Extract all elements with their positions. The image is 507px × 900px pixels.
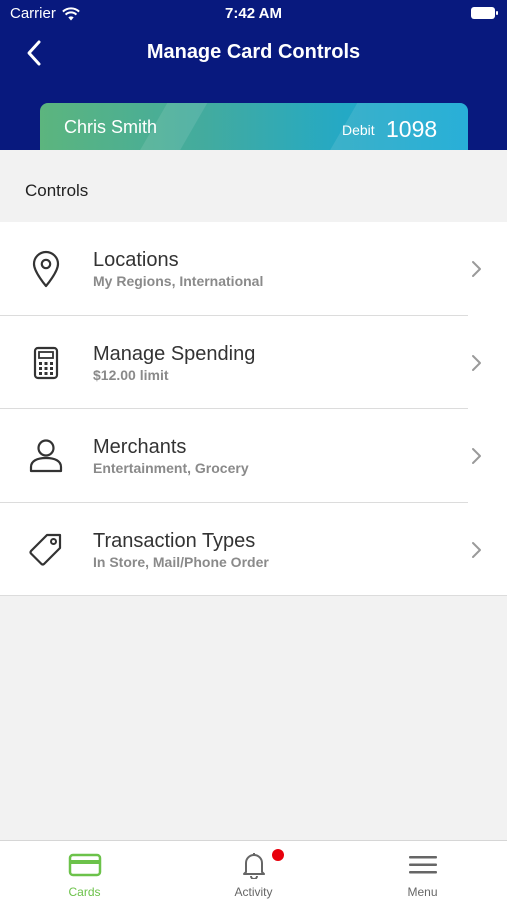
tab-label: Menu bbox=[407, 885, 438, 899]
chevron-right-icon bbox=[471, 540, 483, 560]
tab-menu[interactable]: Menu bbox=[338, 841, 507, 900]
section-title: Controls bbox=[25, 181, 89, 200]
tab-label: Activity bbox=[234, 885, 273, 899]
controls-list: Locations My Regions, International Mana… bbox=[0, 222, 507, 596]
person-icon bbox=[25, 435, 67, 477]
list-item-transaction-types[interactable]: Transaction Types In Store, Mail/Phone O… bbox=[0, 502, 507, 596]
hamburger-icon bbox=[406, 851, 440, 879]
calculator-icon bbox=[25, 342, 67, 384]
battery-icon bbox=[471, 7, 498, 19]
item-title: Transaction Types bbox=[93, 529, 256, 552]
chevron-right-icon bbox=[471, 446, 483, 466]
item-subtitle: In Store, Mail/Phone Order bbox=[93, 553, 269, 570]
item-subtitle: Entertainment, Grocery bbox=[93, 460, 249, 476]
status-bar: Carrier 7:42 AM bbox=[0, 0, 507, 28]
tag-icon bbox=[25, 529, 67, 571]
chevron-right-icon bbox=[471, 259, 483, 279]
item-subtitle: My Regions, International bbox=[93, 273, 264, 289]
tab-label: Cards bbox=[68, 885, 101, 899]
page-title: Manage Card Controls bbox=[146, 41, 361, 63]
header: Carrier 7:42 AM Manage Card Controls Chr… bbox=[0, 0, 507, 150]
card-icon bbox=[68, 851, 102, 879]
list-item-manage-spending[interactable]: Manage Spending $12.00 limit bbox=[0, 315, 507, 409]
list-item-merchants[interactable]: Merchants Entertainment, Grocery bbox=[0, 409, 507, 503]
item-title: Locations bbox=[93, 249, 179, 271]
divider bbox=[0, 595, 507, 596]
item-title: Merchants bbox=[93, 436, 187, 458]
tab-bar: Cards Activity Menu bbox=[0, 840, 507, 900]
card-last-digits: 1098 bbox=[386, 116, 438, 142]
status-time: 7:42 AM bbox=[225, 5, 282, 22]
location-pin-icon bbox=[25, 248, 67, 290]
item-subtitle: $12.00 limit bbox=[93, 366, 169, 383]
tab-cards[interactable]: Cards bbox=[0, 841, 169, 900]
notification-badge bbox=[272, 849, 284, 861]
bell-icon bbox=[237, 851, 271, 879]
item-title: Manage Spending bbox=[93, 342, 256, 365]
controls-section-header: Controls bbox=[0, 150, 507, 222]
chevron-right-icon bbox=[471, 353, 483, 373]
debit-card[interactable]: Chris Smith Debit 1098 bbox=[40, 103, 468, 150]
card-holder-name: Chris Smith bbox=[64, 117, 158, 137]
card-type: Debit bbox=[342, 122, 375, 138]
nav-bar: Manage Card Controls bbox=[0, 30, 507, 76]
tab-activity[interactable]: Activity bbox=[169, 841, 338, 900]
list-item-locations[interactable]: Locations My Regions, International bbox=[0, 222, 507, 316]
